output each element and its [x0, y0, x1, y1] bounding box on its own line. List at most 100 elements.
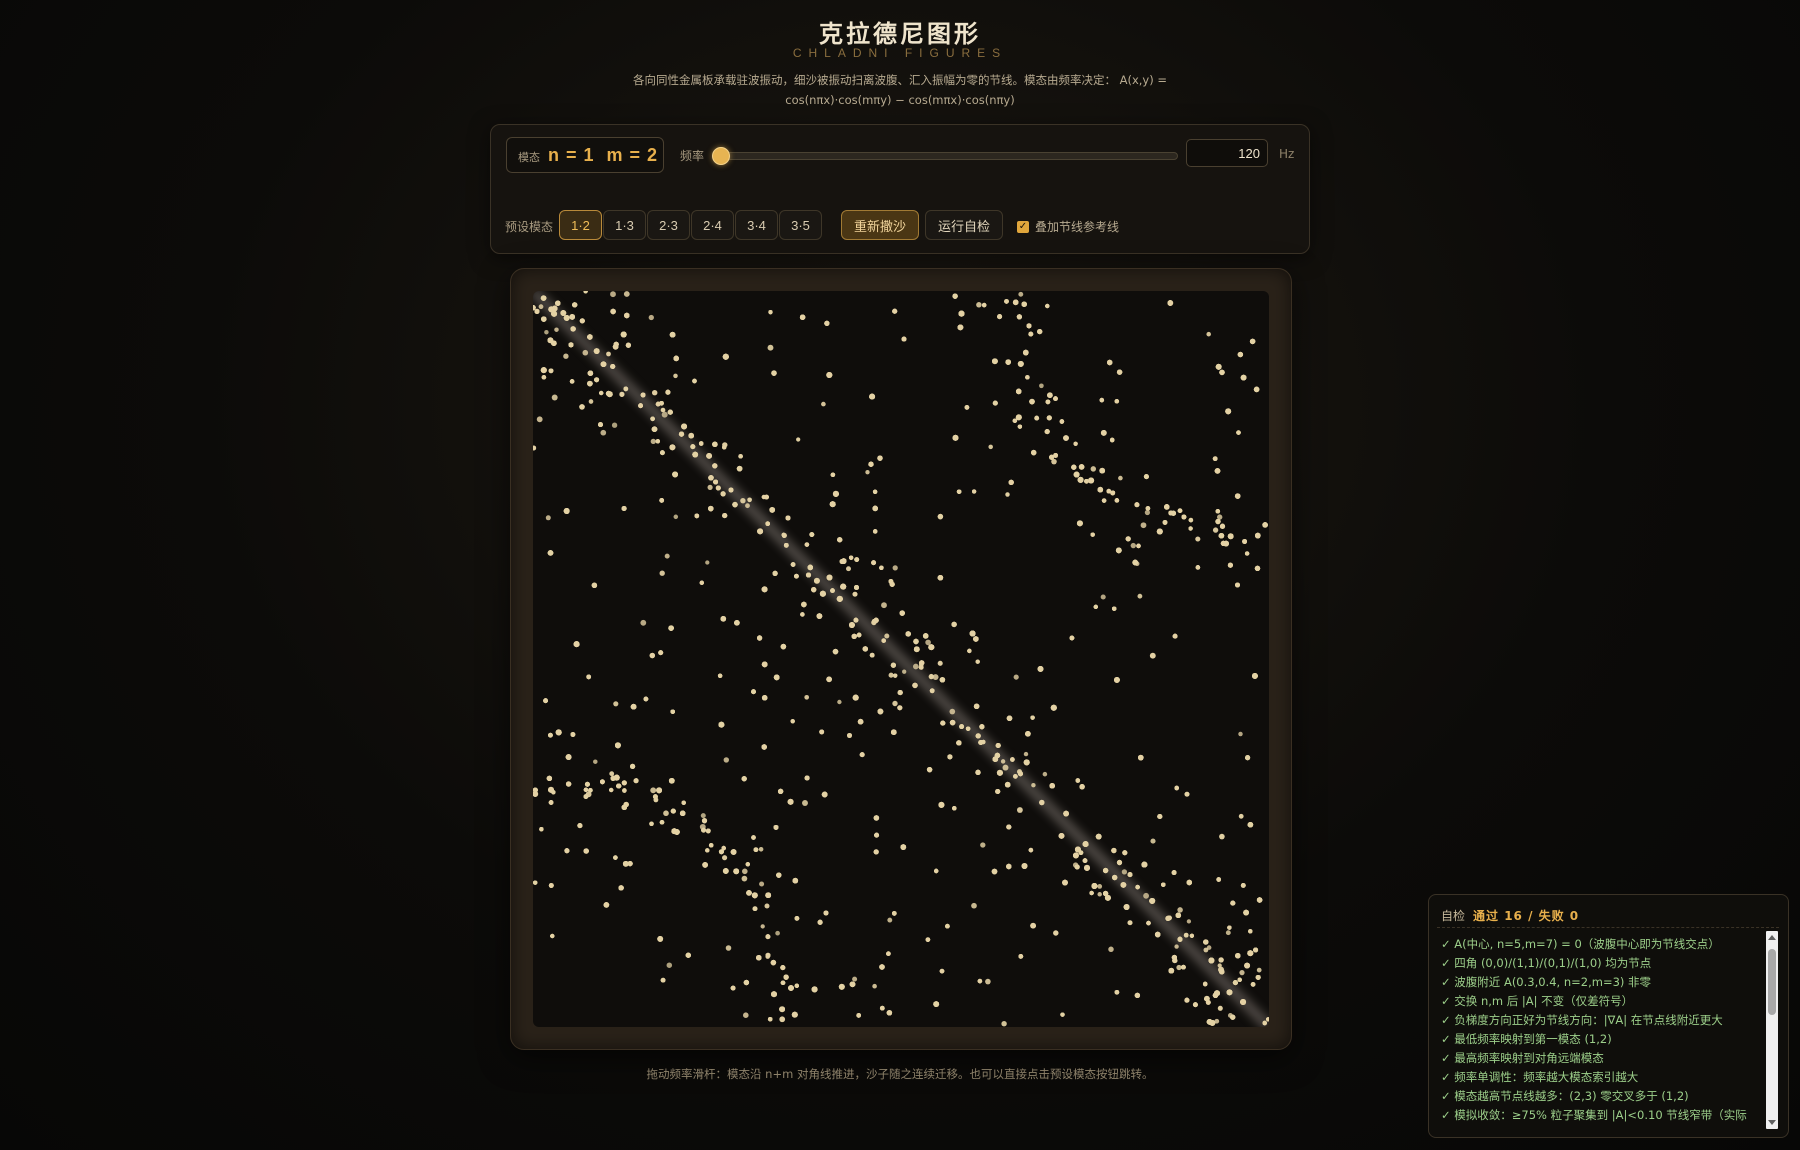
- sand-grain: [725, 945, 732, 951]
- sand-grain: [670, 808, 676, 814]
- sand-grain: [765, 521, 770, 526]
- sand-grain: [945, 923, 950, 929]
- sand-grain: [698, 441, 704, 446]
- preset-button-2-4[interactable]: 2·4: [691, 210, 734, 240]
- sand-grain: [1030, 715, 1035, 720]
- scrollbar-thumb[interactable]: [1768, 949, 1776, 1015]
- chladni-plate[interactable]: [533, 291, 1269, 1027]
- sand-grain: [1239, 970, 1245, 976]
- sand-grain: [928, 644, 935, 651]
- sand-grain: [741, 776, 747, 782]
- sand-grain: [643, 696, 649, 702]
- mode-value: n = 1 m = 2: [548, 145, 658, 166]
- sand-grain: [872, 489, 878, 494]
- preset-button-1-3[interactable]: 1·3: [603, 210, 646, 240]
- sand-grain: [621, 505, 627, 512]
- sand-grain: [780, 980, 786, 986]
- frequency-slider[interactable]: [718, 152, 1178, 160]
- frequency-slider-thumb[interactable]: [712, 147, 730, 165]
- sand-grain: [879, 964, 885, 970]
- sand-grain: [877, 455, 883, 461]
- sand-grain: [598, 422, 603, 428]
- sand-grain: [690, 444, 696, 450]
- scroll-down-icon[interactable]: [1768, 1120, 1776, 1125]
- sand-grain: [1145, 506, 1151, 511]
- sand-grain: [791, 1011, 798, 1018]
- sand-grain: [707, 484, 713, 490]
- sand-grain: [1136, 543, 1141, 549]
- sand-grain: [1188, 517, 1194, 523]
- sand-grain: [669, 444, 676, 451]
- sand-grain: [1175, 912, 1182, 919]
- sand-grain: [1053, 930, 1059, 936]
- sand-grain: [947, 754, 953, 760]
- sand-grain: [967, 648, 972, 654]
- sand-grain: [565, 754, 572, 761]
- sand-grain: [570, 326, 576, 332]
- sand-grain: [588, 399, 594, 404]
- sand-grain: [681, 423, 688, 430]
- preset-button-3-5[interactable]: 3·5: [779, 210, 822, 240]
- sand-grain: [1097, 892, 1102, 897]
- run-selftest-button[interactable]: 运行自检: [925, 210, 1003, 240]
- selftest-scrollbar[interactable]: [1766, 931, 1778, 1129]
- sand-grain: [1059, 419, 1065, 424]
- sand-grain: [1076, 520, 1083, 527]
- sand-grain: [660, 407, 666, 413]
- sand-grain: [1127, 872, 1133, 878]
- sand-grain: [829, 501, 836, 508]
- sand-grain: [741, 875, 748, 882]
- sand-grain: [886, 951, 891, 956]
- sand-grain: [743, 1012, 749, 1018]
- sand-grain: [1012, 418, 1018, 423]
- scroll-up-icon[interactable]: [1768, 935, 1776, 940]
- frequency-input[interactable]: [1186, 139, 1268, 167]
- sand-grain: [837, 537, 843, 543]
- sand-grain: [811, 986, 818, 993]
- preset-button-2-3[interactable]: 2·3: [647, 210, 690, 240]
- nodal-lines-toggle[interactable]: ✓ 叠加节线参考线: [1017, 218, 1119, 235]
- sand-grain: [1244, 962, 1251, 969]
- sand-grain: [985, 978, 991, 985]
- sand-grain: [1121, 869, 1128, 875]
- sand-grain: [1234, 493, 1241, 499]
- sand-grain: [764, 903, 770, 909]
- sand-grain: [1073, 441, 1078, 446]
- sand-grain: [1253, 947, 1259, 953]
- sand-grain: [1004, 781, 1011, 788]
- preset-button-3-4[interactable]: 3·4: [735, 210, 778, 240]
- preset-button-1-2[interactable]: 1·2: [559, 210, 602, 240]
- sand-grain: [730, 849, 737, 855]
- sand-grain: [586, 674, 592, 680]
- sand-grain: [832, 490, 839, 497]
- sand-grain: [775, 930, 780, 936]
- sand-grain: [1111, 847, 1117, 854]
- sand-grain: [1114, 990, 1120, 995]
- page-description: 各向同性金属板承载驻波振动，细沙被振动扫离波腹、汇入振幅为零的节线。模态由频率决…: [600, 70, 1200, 110]
- sand-grain: [1114, 498, 1120, 503]
- sand-grain: [638, 403, 643, 409]
- sand-grain: [1138, 754, 1144, 761]
- sand-grain: [1116, 859, 1123, 866]
- sand-grain: [1215, 363, 1222, 370]
- sand-grain: [1143, 892, 1150, 899]
- sand-grain: [1177, 508, 1183, 513]
- sand-grain: [679, 810, 686, 817]
- sand-grain: [958, 310, 965, 317]
- sand-grain: [1215, 518, 1221, 525]
- sand-grain: [1156, 528, 1163, 535]
- sand-grain: [1005, 359, 1011, 365]
- sand-grain: [1255, 974, 1261, 980]
- sand-grain: [891, 911, 897, 916]
- sand-grain: [821, 401, 826, 407]
- sand-grain: [1192, 1002, 1198, 1008]
- sand-grain: [587, 334, 593, 340]
- sand-grain: [1212, 456, 1218, 462]
- sand-grain: [673, 373, 678, 379]
- sand-grain: [790, 719, 795, 724]
- resprinkle-sand-button[interactable]: 重新撒沙: [841, 210, 919, 240]
- sand-grain: [1132, 559, 1139, 566]
- sand-grain: [780, 965, 786, 971]
- selftest-results-list: ✓ A(中心, n=5,m=7) = 0（波腹中心即为节线交点） ✓ 四角 (0,…: [1441, 935, 1763, 1131]
- nodal-lines-checkbox[interactable]: ✓: [1017, 220, 1029, 233]
